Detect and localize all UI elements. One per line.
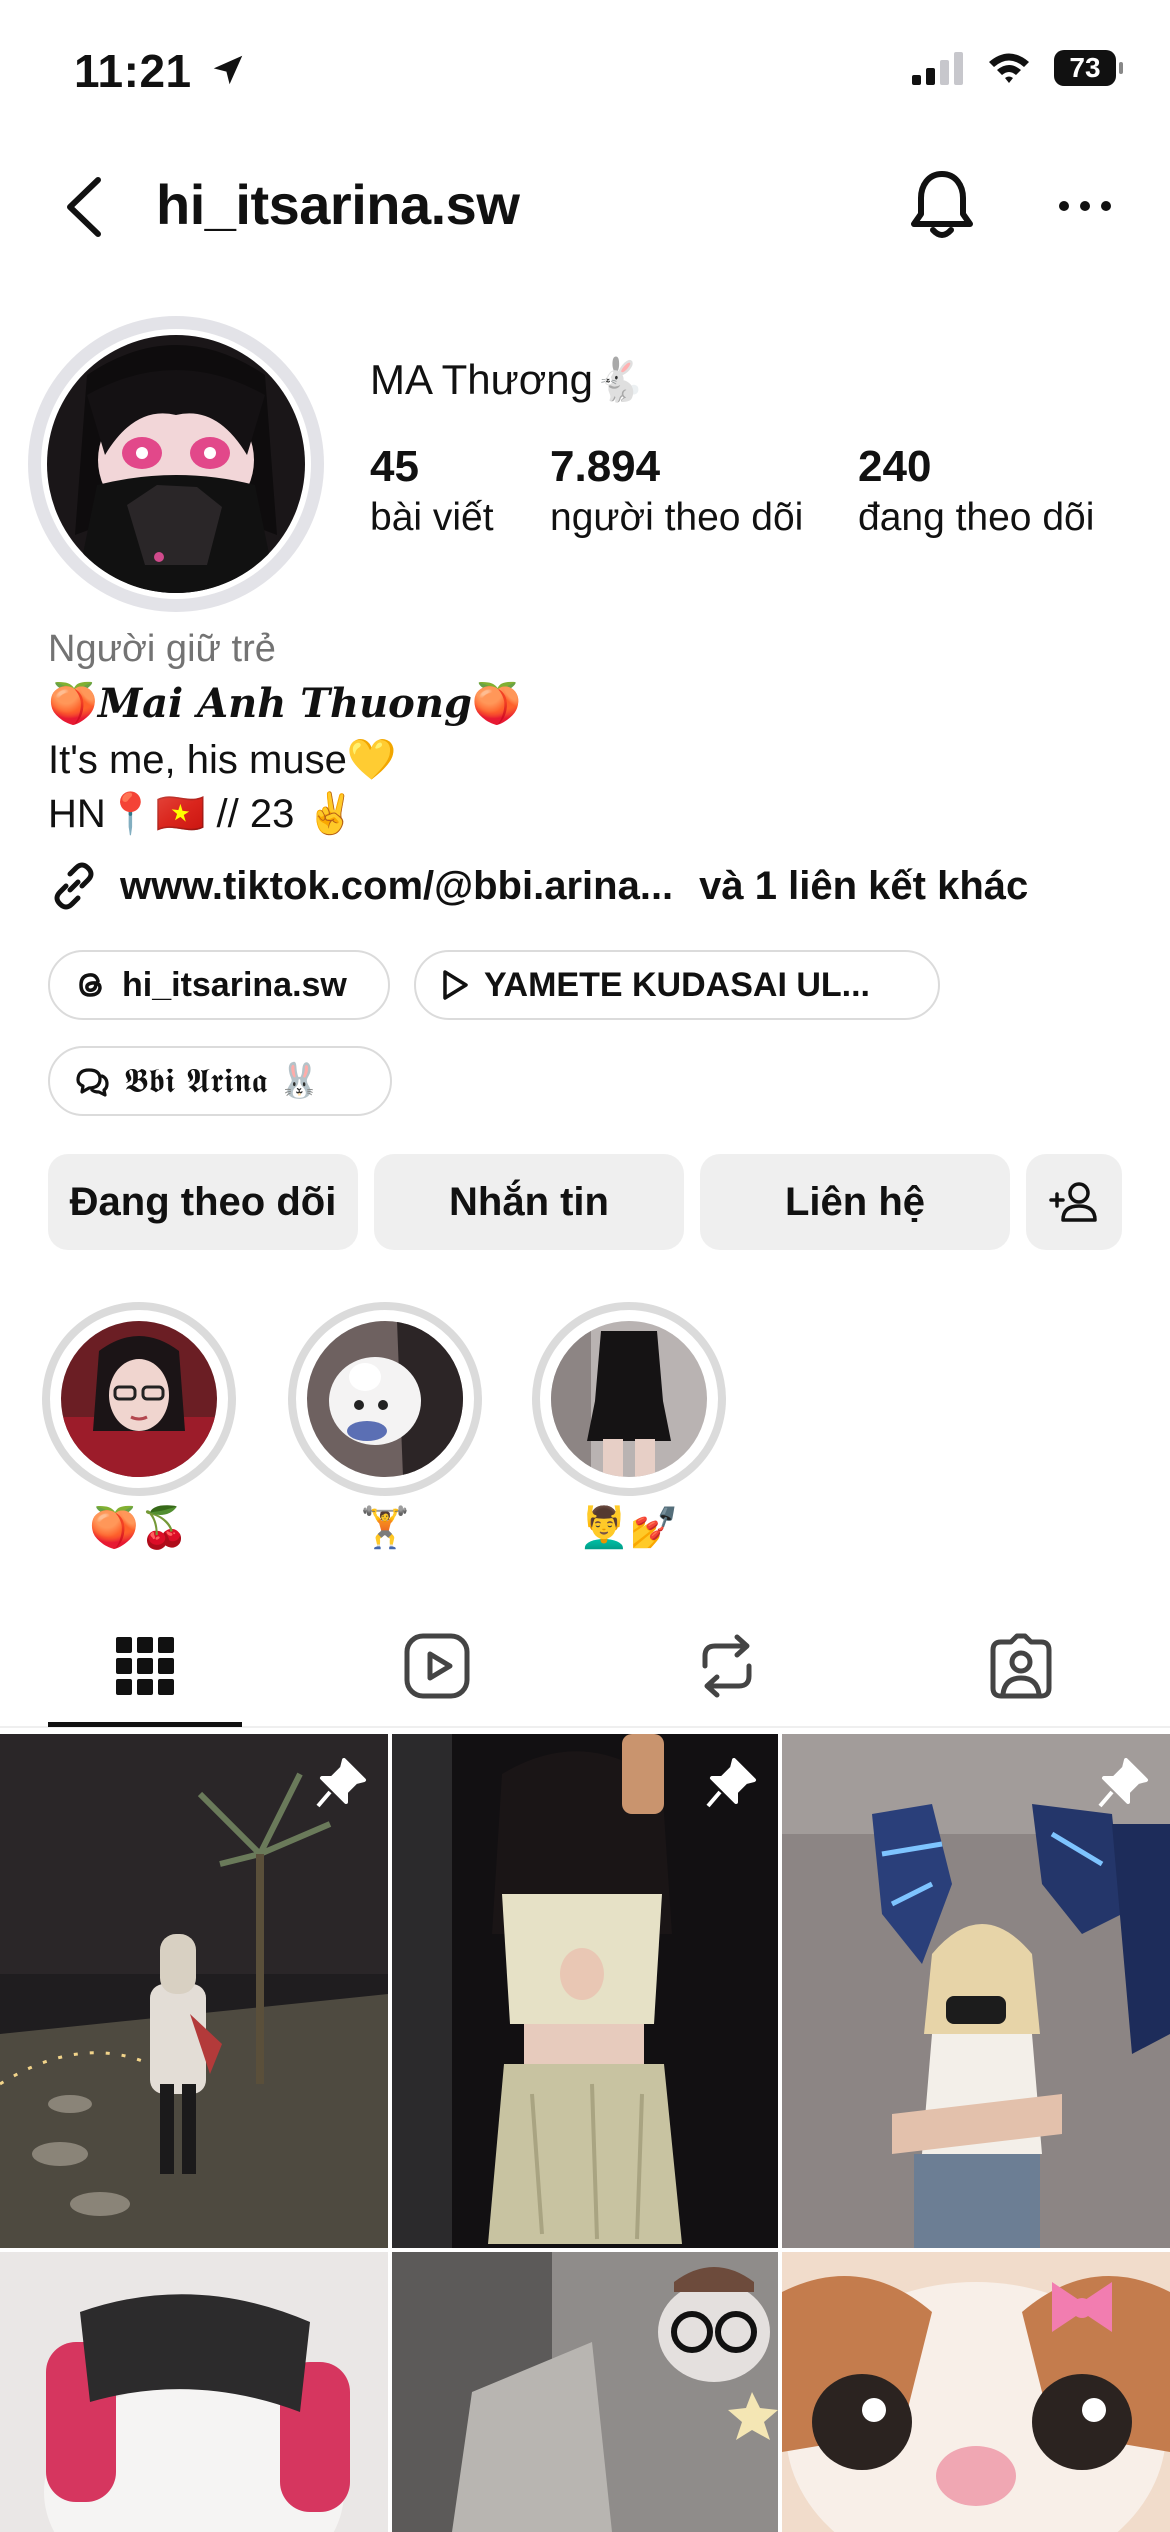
grid-icon <box>116 1637 174 1695</box>
status-icons: 73 <box>912 50 1123 86</box>
pin-icon <box>316 1758 366 1808</box>
play-icon <box>443 970 468 1000</box>
wifi-icon <box>989 53 1029 83</box>
highlight-3[interactable] <box>532 1302 726 1496</box>
highlight-2-image <box>307 1321 463 1477</box>
bio-line-name: 🍑Mai Anh Thuong🍑 <box>48 680 522 727</box>
threads-icon <box>79 973 102 997</box>
avatar-image <box>47 335 305 593</box>
pin-icon <box>1098 1758 1148 1808</box>
notification-bell-icon[interactable] <box>908 168 976 242</box>
repost-icon <box>702 1634 752 1698</box>
reels-icon <box>404 1633 470 1699</box>
more-options-icon[interactable] <box>1056 196 1114 216</box>
threads-chip[interactable]: hi_itsarina.sw <box>48 950 390 1020</box>
post-tile[interactable] <box>782 2252 1170 2532</box>
profile-username: hi_itsarina.sw <box>156 173 520 236</box>
bio-line-2: It's me, his muse💛 <box>48 738 397 782</box>
following-stat[interactable]: 240 đang theo dõi <box>858 442 1094 540</box>
contact-button[interactable]: Liên hệ <box>700 1154 1010 1250</box>
following-button[interactable]: Đang theo dõi <box>48 1154 358 1250</box>
tab-reels[interactable] <box>342 1610 532 1722</box>
profile-category: Người giữ trẻ <box>48 628 276 670</box>
highlight-3-image <box>551 1321 707 1477</box>
post-tile[interactable] <box>392 1734 778 2248</box>
bio-link[interactable]: www.tiktok.com/@bbi.arina... và 1 liên k… <box>48 860 1028 912</box>
pin-icon <box>706 1758 756 1808</box>
add-person-icon <box>1049 1182 1097 1222</box>
tagged-person-icon <box>990 1633 1052 1699</box>
highlight-1-label: 🍑🍒 <box>89 1506 189 1550</box>
link-url[interactable]: www.tiktok.com/@bbi.arina... <box>120 864 673 909</box>
bio-line-3: HN📍🇻🇳 // 23 ✌️ <box>48 792 356 836</box>
tab-reposts[interactable] <box>632 1610 822 1722</box>
back-chevron-icon[interactable] <box>62 176 106 238</box>
highlight-3-label: 💆‍♂️💅 <box>579 1506 679 1550</box>
highlight-2[interactable] <box>288 1302 482 1496</box>
post-tile[interactable] <box>0 2252 388 2532</box>
suggest-people-button[interactable] <box>1026 1154 1122 1250</box>
highlight-1[interactable] <box>42 1302 236 1496</box>
status-time: 11:21 <box>74 44 247 98</box>
chat-bubbles-icon <box>76 1068 109 1097</box>
music-chip[interactable]: YAMETE KUDASAI UL... <box>414 950 940 1020</box>
profile-avatar[interactable] <box>28 316 324 612</box>
followers-stat[interactable]: 7.894 người theo dõi <box>550 442 803 540</box>
post-tile[interactable] <box>782 1734 1170 2248</box>
channel-chip[interactable]: 𝕭𝖇𝖎 𝕬𝖗𝖎𝖓𝖆 🐰 <box>48 1046 392 1116</box>
link-extra[interactable]: và 1 liên kết khác <box>699 864 1028 909</box>
cellular-signal-icon <box>912 52 963 85</box>
message-button[interactable]: Nhắn tin <box>374 1154 684 1250</box>
tab-posts-grid[interactable] <box>50 1610 240 1722</box>
posts-stat[interactable]: 45 bài viết <box>370 442 494 540</box>
post-tile[interactable] <box>0 1734 388 2248</box>
active-tab-indicator <box>48 1722 242 1727</box>
tab-tagged[interactable] <box>926 1610 1116 1722</box>
link-icon <box>54 862 94 910</box>
location-arrow-icon <box>213 55 243 85</box>
highlight-2-label: 🏋️ <box>360 1506 410 1550</box>
post-tile[interactable] <box>392 2252 778 2532</box>
display-name: MA Thương🐇 <box>370 356 646 403</box>
battery-indicator: 73 <box>1054 50 1123 86</box>
highlight-1-image <box>61 1321 217 1477</box>
